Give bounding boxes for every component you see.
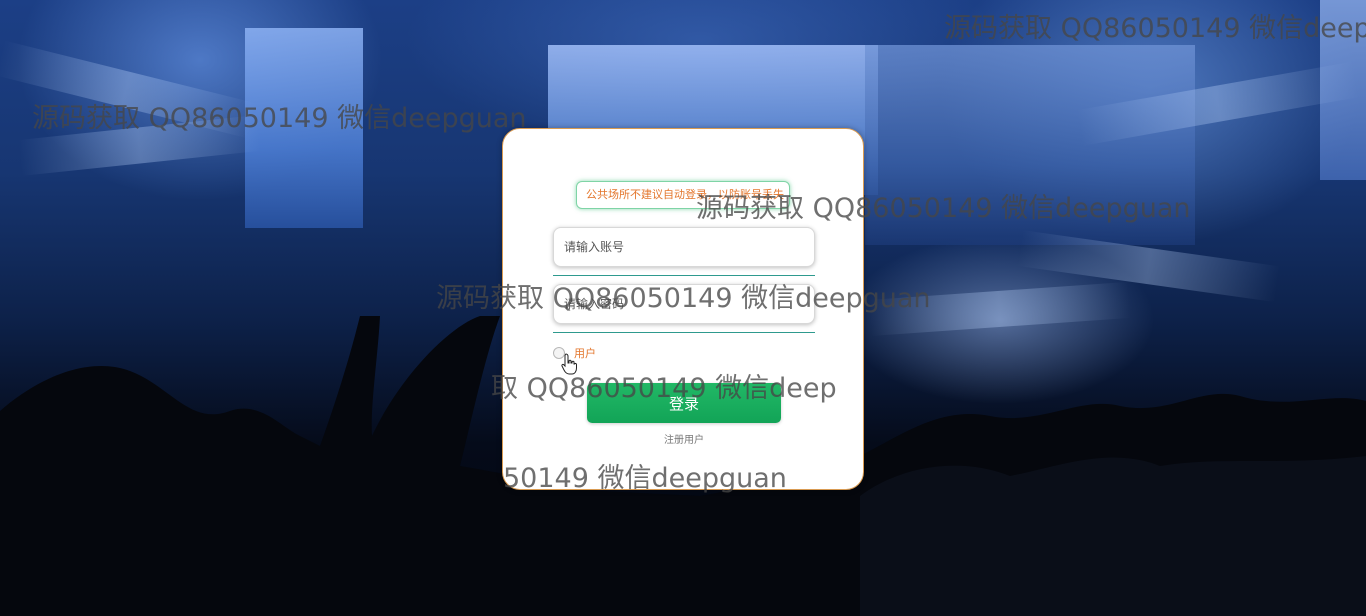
stage-screen-right [865, 45, 1195, 245]
light-beam [18, 115, 261, 176]
hand-cursor-icon [561, 353, 577, 375]
password-underline [553, 332, 815, 333]
username-underline [553, 275, 815, 276]
stage-screen-left [245, 28, 363, 228]
page-background: 源码获取 QQ86050149 微信deepguan 源码获取 QQ860501… [0, 0, 1366, 616]
login-button[interactable]: 登录 [587, 383, 781, 423]
auto-login-notice: 公共场所不建议自动登录，以防账号丢失 [576, 181, 790, 209]
role-label: 用户 [574, 347, 596, 360]
login-card: 公共场所不建议自动登录，以防账号丢失 用户 登录 注册用户 [502, 128, 864, 490]
register-link[interactable]: 注册用户 [503, 431, 865, 446]
password-input[interactable] [553, 284, 815, 324]
username-input[interactable] [553, 227, 815, 267]
watermark-text: 源码获取 QQ86050149 微信deepguan [944, 13, 1366, 44]
